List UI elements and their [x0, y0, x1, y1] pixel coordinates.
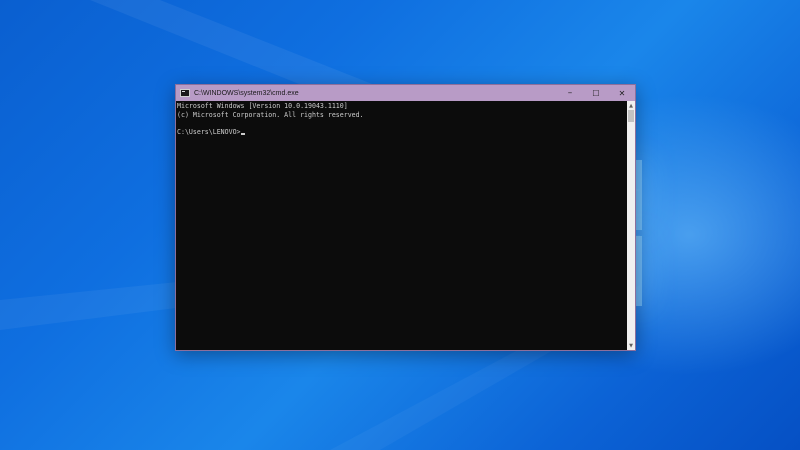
wallpaper-logo-pane-top: [636, 160, 642, 230]
console-line: (c) Microsoft Corporation. All rights re…: [177, 110, 364, 119]
text-cursor: [241, 133, 246, 135]
chevron-down-icon: ▼: [629, 342, 633, 349]
console-prompt-line[interactable]: C:\Users\LENOVO>: [177, 128, 627, 137]
title-bar[interactable]: C:\WINDOWS\system32\cmd.exe – ☐ ✕: [176, 85, 635, 101]
scroll-down-button[interactable]: ▼: [627, 341, 635, 350]
window-title: C:\WINDOWS\system32\cmd.exe: [194, 89, 299, 97]
wallpaper-logo-pane-bottom: [636, 236, 642, 306]
maximize-icon: ☐: [592, 88, 600, 98]
console-output[interactable]: Microsoft Windows [Version 10.0.19043.11…: [176, 101, 627, 350]
console-line: ​: [177, 119, 627, 128]
close-icon: ✕: [618, 88, 626, 98]
minimize-button[interactable]: –: [557, 85, 583, 101]
cmd-window[interactable]: C:\WINDOWS\system32\cmd.exe – ☐ ✕ Micros…: [175, 84, 636, 351]
chevron-up-icon: ▲: [629, 102, 633, 109]
console-line: Microsoft Windows [Version 10.0.19043.11…: [177, 102, 348, 110]
cmd-icon: [180, 89, 190, 97]
scroll-thumb[interactable]: [628, 110, 634, 122]
scroll-up-button[interactable]: ▲: [627, 101, 635, 110]
maximize-button[interactable]: ☐: [583, 85, 609, 101]
close-button[interactable]: ✕: [609, 85, 635, 101]
minimize-icon: –: [567, 88, 573, 98]
vertical-scrollbar[interactable]: ▲ ▼: [627, 101, 635, 350]
console-prompt: C:\Users\LENOVO>: [177, 127, 241, 136]
